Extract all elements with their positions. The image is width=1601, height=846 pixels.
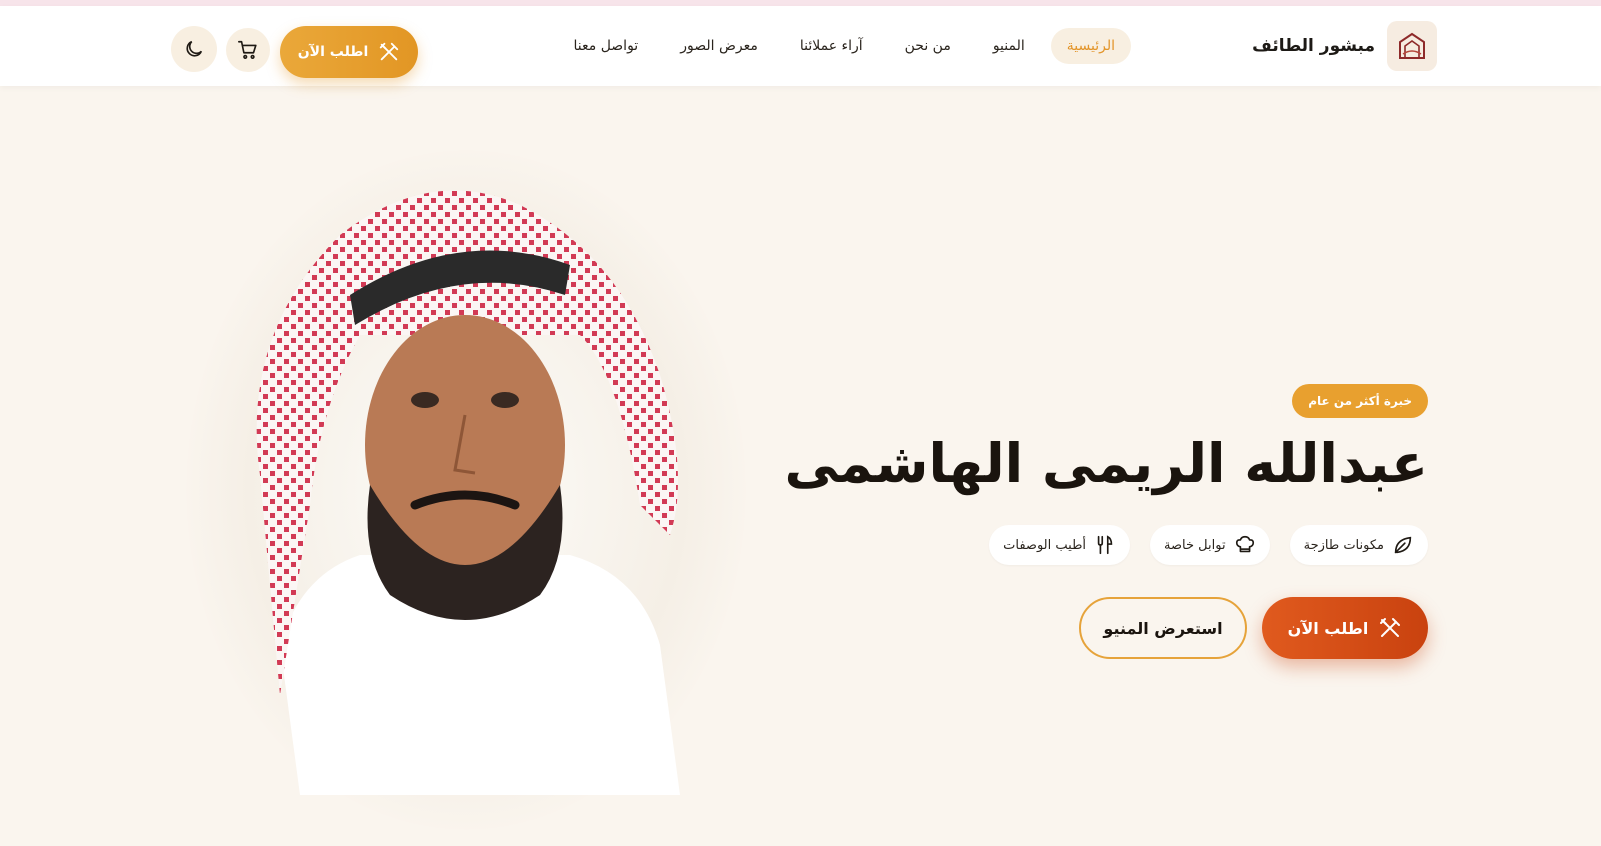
hero-title: عبدالله الريمى الهاشمى	[784, 432, 1428, 495]
brand-name: مبشور الطائف	[1252, 36, 1375, 56]
order-now-label: اطلب الآن	[297, 44, 369, 60]
brand[interactable]: مبشور الطائف	[1252, 20, 1437, 72]
chef-hat-icon	[1234, 534, 1256, 556]
navbar: مبشور الطائف الرئيسية المنيو من نحن آراء…	[0, 6, 1601, 86]
nav-item-menu[interactable]: المنيو	[977, 28, 1041, 64]
chef-portrait	[240, 175, 690, 795]
leaf-icon	[1392, 534, 1414, 556]
nav-item-about[interactable]: من نحن	[889, 28, 967, 64]
theme-toggle-button[interactable]	[171, 26, 217, 72]
view-menu-button[interactable]: استعرض المنيو	[1079, 597, 1247, 659]
order-now-header-button[interactable]: اطلب الآن	[280, 26, 418, 78]
feature-chips: مكونات طازجة توابل خاصة أطيب الوصفات	[989, 525, 1428, 565]
order-now-label: اطلب الآن	[1287, 618, 1369, 638]
nav-item-reviews[interactable]: آراء عملائنا	[784, 28, 879, 64]
utensils-icon	[1094, 534, 1116, 556]
feature-chip-spices: توابل خاصة	[1150, 525, 1270, 565]
feature-label: مكونات طازجة	[1303, 537, 1384, 553]
restaurant-logo-icon	[1387, 21, 1437, 71]
feature-label: توابل خاصة	[1164, 537, 1226, 553]
cart-icon	[237, 39, 259, 61]
main-nav: الرئيسية المنيو من نحن آراء عملائنا معرض…	[558, 28, 1131, 64]
feature-chip-fresh: مكونات طازجة	[1289, 525, 1428, 565]
feature-chip-recipes: أطيب الوصفات	[989, 525, 1131, 565]
nav-item-contact[interactable]: تواصل معنا	[558, 28, 655, 64]
feature-label: أطيب الوصفات	[1003, 537, 1087, 553]
order-now-button[interactable]: اطلب الآن	[1262, 597, 1428, 659]
utensils-icon	[1378, 616, 1402, 640]
cart-button[interactable]	[226, 28, 270, 72]
moon-icon	[183, 38, 205, 60]
utensils-icon	[378, 41, 400, 63]
nav-item-home[interactable]: الرئيسية	[1050, 28, 1131, 64]
experience-badge: خبرة أكثر من عام	[1292, 384, 1428, 418]
nav-item-gallery[interactable]: معرض الصور	[664, 28, 774, 64]
